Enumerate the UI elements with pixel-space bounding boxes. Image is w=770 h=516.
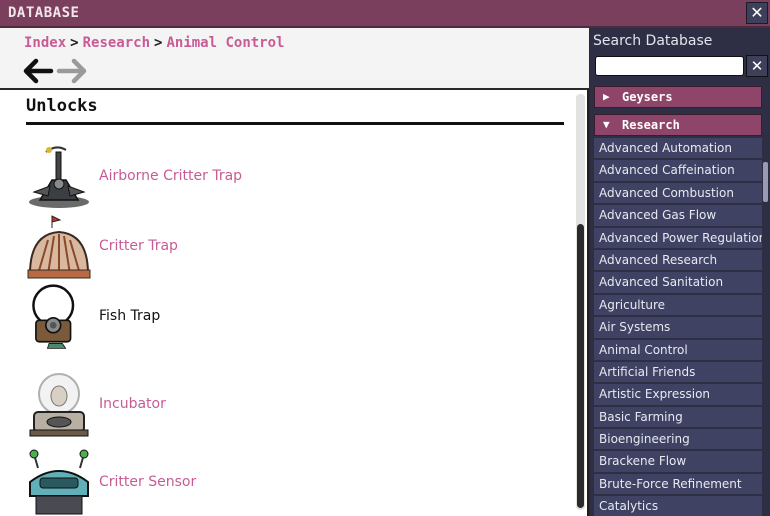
- arrow-right-icon: [56, 58, 87, 84]
- research-list: Advanced Automation Advanced Caffeinatio…: [594, 138, 762, 516]
- list-item[interactable]: Advanced Power Regulation: [594, 227, 762, 248]
- list-item[interactable]: Artificial Friends: [594, 361, 762, 383]
- back-button[interactable]: [22, 57, 54, 85]
- breadcrumb-separator: >: [70, 35, 79, 51]
- unlock-item-airborne-critter-trap[interactable]: Airborne Critter Trap: [26, 142, 546, 212]
- unlock-item-critter-trap[interactable]: Critter Trap: [26, 212, 546, 282]
- fish-trap-icon: [32, 284, 75, 349]
- list-item[interactable]: Brute-Force Refinement: [594, 473, 762, 495]
- list-item[interactable]: Advanced Automation: [594, 138, 762, 159]
- breadcrumb-separator: >: [154, 35, 163, 51]
- category-label: Research: [622, 118, 680, 132]
- list-item[interactable]: Advanced Gas Flow: [594, 205, 762, 226]
- sidebar-scrollbar-thumb[interactable]: [763, 162, 768, 202]
- unlock-label[interactable]: Airborne Critter Trap: [99, 168, 242, 184]
- header: Index > Research > Animal Control: [0, 28, 589, 90]
- list-item[interactable]: Artistic Expression: [594, 384, 762, 405]
- unlock-label[interactable]: Incubator: [99, 396, 166, 412]
- list-item[interactable]: Air Systems: [594, 317, 762, 338]
- arrow-left-icon: [23, 58, 54, 84]
- list-item[interactable]: Advanced Caffeination: [594, 160, 762, 181]
- unlock-label[interactable]: Critter Sensor: [99, 474, 196, 490]
- breadcrumb: Index > Research > Animal Control: [24, 35, 284, 51]
- list-item[interactable]: Advanced Sanitation: [594, 272, 762, 293]
- content-area: Unlocks Airborne Critter Trap Critter Tr…: [0, 90, 575, 516]
- list-item[interactable]: Bioengineering: [594, 429, 762, 450]
- category-label: Geysers: [622, 90, 673, 104]
- category-research[interactable]: ▼ Research: [594, 114, 762, 136]
- unlock-label[interactable]: Critter Trap: [99, 238, 178, 254]
- unlock-item-critter-sensor[interactable]: Critter Sensor: [26, 448, 546, 516]
- list-item[interactable]: Brackene Flow: [594, 451, 762, 472]
- incubator-icon: [29, 373, 89, 437]
- window-title: DATABASE: [8, 5, 80, 21]
- breadcrumb-research[interactable]: Research: [83, 35, 150, 51]
- search-input[interactable]: [595, 56, 744, 76]
- breadcrumb-current[interactable]: Animal Control: [166, 35, 284, 51]
- category-geysers[interactable]: ▶ Geysers: [594, 86, 762, 108]
- search-clear-button[interactable]: ✕: [746, 55, 768, 77]
- unlock-item-fish-trap[interactable]: Fish Trap: [26, 282, 546, 352]
- triangle-down-icon: ▼: [603, 118, 610, 131]
- list-item[interactable]: Catalytics: [594, 496, 762, 516]
- content-scrollbar-thumb[interactable]: [577, 224, 584, 508]
- list-item[interactable]: Agriculture: [594, 294, 762, 316]
- search-label: Search Database: [593, 33, 713, 49]
- content-scrollbar[interactable]: [576, 94, 585, 510]
- title-bar: DATABASE ✕: [0, 0, 770, 28]
- main-pane: Index > Research > Animal Control Unlocks: [0, 28, 589, 516]
- list-item[interactable]: Basic Farming: [594, 406, 762, 428]
- unlock-label: Fish Trap: [99, 308, 161, 324]
- critter-trap-icon: [27, 215, 91, 279]
- section-divider: [26, 122, 564, 125]
- list-item[interactable]: Animal Control: [594, 339, 762, 360]
- critter-sensor-icon: [29, 449, 89, 515]
- breadcrumb-index[interactable]: Index: [24, 35, 66, 51]
- forward-button[interactable]: [56, 57, 88, 85]
- sidebar: Search Database ✕ ▶ Geysers ▼ Research A…: [590, 28, 770, 516]
- list-item[interactable]: Advanced Research: [594, 249, 762, 271]
- close-button[interactable]: ✕: [746, 2, 768, 24]
- section-title: Unlocks: [26, 96, 98, 116]
- airborne-critter-trap-icon: [29, 146, 89, 208]
- list-item[interactable]: Advanced Combustion: [594, 182, 762, 204]
- unlock-item-incubator[interactable]: Incubator: [26, 370, 546, 440]
- triangle-right-icon: ▶: [603, 90, 610, 103]
